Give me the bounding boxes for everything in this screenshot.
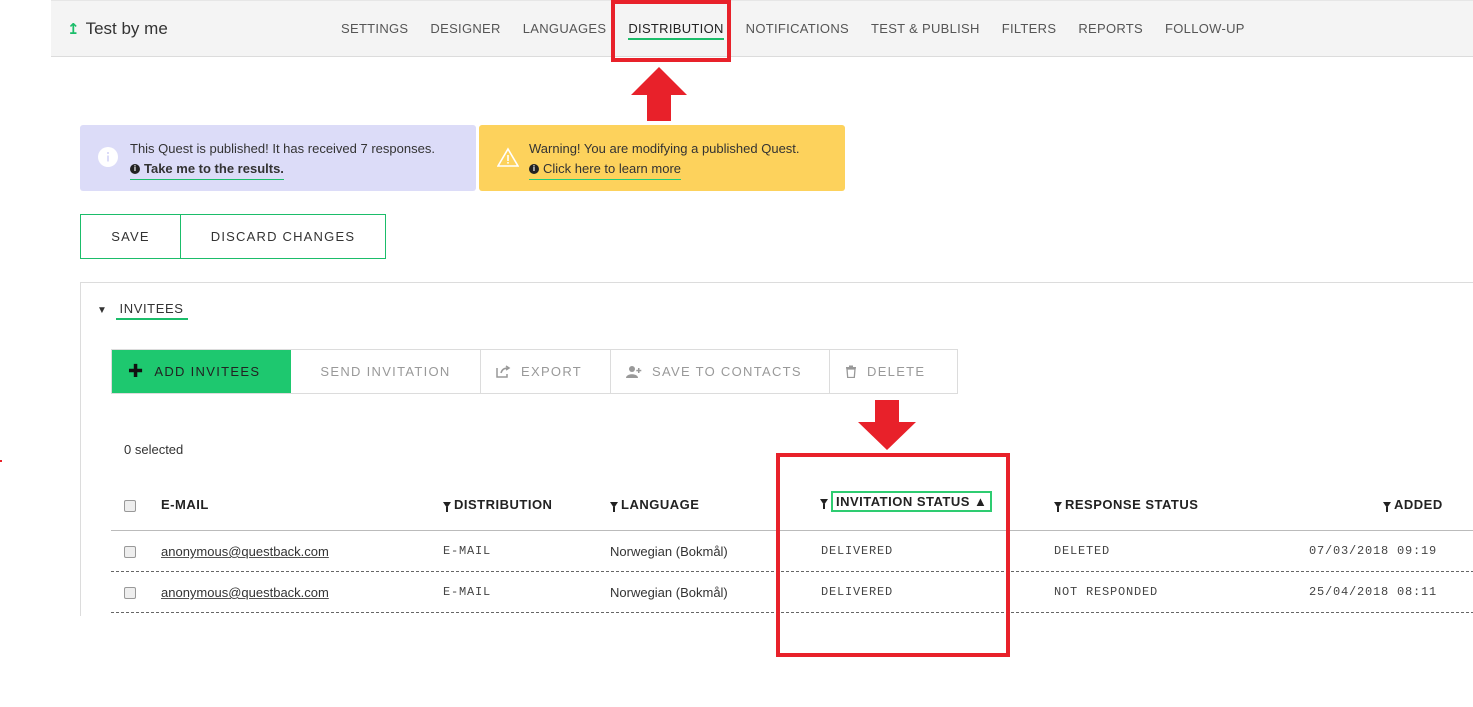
tab-test-publish[interactable]: TEST & PUBLISH (871, 21, 980, 40)
column-header-email[interactable]: E-MAIL (161, 497, 209, 512)
results-link-label: Take me to the results. (144, 161, 284, 176)
column-header-added-label: ADDED (1394, 497, 1443, 512)
main-nav: SETTINGS DESIGNER LANGUAGES DISTRIBUTION… (341, 21, 1245, 40)
add-invitees-label: ADD INVITEES (154, 364, 261, 379)
column-header-language-label: LANGUAGE (621, 497, 700, 512)
column-header-response-status-label: RESPONSE STATUS (1065, 497, 1199, 512)
published-notice: This Quest is published! It has received… (80, 125, 476, 191)
save-button-group: SAVE DISCARD CHANGES (80, 214, 386, 259)
export-button[interactable]: EXPORT (481, 350, 611, 393)
delete-button[interactable]: DELETE (830, 350, 957, 393)
column-header-added[interactable]: ADDED (1383, 497, 1443, 512)
annotation-dot (0, 460, 2, 462)
app-title-text: Test by me (85, 19, 168, 38)
annotation-arrow-up (631, 67, 687, 121)
save-button[interactable]: SAVE (81, 215, 181, 258)
column-header-language[interactable]: LANGUAGE (610, 497, 699, 512)
send-invitation-button[interactable]: SEND INVITATION (291, 350, 481, 393)
caret-down-icon: ▼ (97, 305, 108, 316)
row-checkbox[interactable] (124, 587, 136, 599)
save-to-contacts-button[interactable]: SAVE TO CONTACTS (611, 350, 830, 393)
row-response-status: DELETED (1054, 544, 1111, 558)
warning-notice-text: Warning! You are modifying a published Q… (529, 141, 800, 156)
column-header-distribution[interactable]: DISTRIBUTION (443, 497, 552, 512)
row-language: Norwegian (Bokmål) (610, 544, 728, 559)
annotation-box-distribution (611, 0, 731, 62)
tab-notifications[interactable]: NOTIFICATIONS (746, 21, 849, 40)
send-invitation-label: SEND INVITATION (320, 364, 451, 379)
row-email[interactable]: anonymous@questback.com (161, 544, 329, 559)
add-user-icon (626, 366, 642, 378)
selected-count: 0 selected (124, 442, 184, 457)
tab-settings[interactable]: SETTINGS (341, 21, 408, 40)
annotation-box-invitation-status (776, 453, 1010, 657)
tab-filters[interactable]: FILTERS (1002, 21, 1057, 40)
invitees-action-bar: ✚ ADD INVITEES SEND INVITATION EXPORT SA… (111, 349, 958, 394)
save-to-contacts-label: SAVE TO CONTACTS (652, 364, 802, 379)
plus-icon: ✚ (128, 361, 145, 381)
column-header-response-status[interactable]: RESPONSE STATUS (1054, 497, 1198, 512)
filter-icon (610, 502, 618, 512)
learn-more-link-label: Click here to learn more (543, 161, 681, 176)
row-response-status: NOT RESPONDED (1054, 585, 1159, 599)
invitees-section-toggle[interactable]: ▼ INVITEES (97, 301, 188, 320)
filter-icon (1054, 502, 1062, 512)
add-invitees-button[interactable]: ✚ ADD INVITEES (112, 350, 291, 393)
publish-arrow-icon: ↥ (67, 21, 80, 38)
row-added: 07/03/2018 09:19 (1309, 544, 1438, 558)
export-label: EXPORT (521, 364, 583, 379)
learn-more-link[interactable]: i Click here to learn more (529, 160, 681, 180)
results-link[interactable]: i Take me to the results. (130, 160, 284, 180)
discard-changes-button[interactable]: DISCARD CHANGES (181, 215, 385, 258)
row-added: 25/04/2018 08:11 (1309, 585, 1438, 599)
info-icon (98, 147, 118, 167)
row-checkbox[interactable] (124, 546, 136, 558)
tab-reports[interactable]: REPORTS (1078, 21, 1143, 40)
filter-icon (1383, 502, 1391, 512)
row-distribution: E-MAIL (443, 585, 492, 599)
row-language: Norwegian (Bokmål) (610, 585, 728, 600)
tab-languages[interactable]: LANGUAGES (523, 21, 607, 40)
info-small-icon: i (130, 164, 140, 174)
app-title[interactable]: ↥ Test by me (67, 19, 168, 39)
filter-icon (443, 502, 451, 512)
info-small-icon: i (529, 164, 539, 174)
export-icon (496, 365, 511, 378)
annotation-arrow-down (858, 400, 916, 450)
top-bar: ↥ Test by me SETTINGS DESIGNER LANGUAGES… (51, 0, 1473, 57)
warning-icon (497, 147, 519, 167)
warning-notice: Warning! You are modifying a published Q… (479, 125, 845, 191)
trash-icon (846, 365, 856, 378)
row-email[interactable]: anonymous@questback.com (161, 585, 329, 600)
row-distribution: E-MAIL (443, 544, 492, 558)
tab-follow-up[interactable]: FOLLOW-UP (1165, 21, 1245, 40)
tab-designer[interactable]: DESIGNER (430, 21, 500, 40)
published-notice-text: This Quest is published! It has received… (130, 141, 435, 156)
select-all-checkbox[interactable] (124, 500, 136, 512)
delete-label: DELETE (867, 364, 926, 379)
column-header-distribution-label: DISTRIBUTION (454, 497, 553, 512)
invitees-section-label: INVITEES (115, 301, 188, 320)
